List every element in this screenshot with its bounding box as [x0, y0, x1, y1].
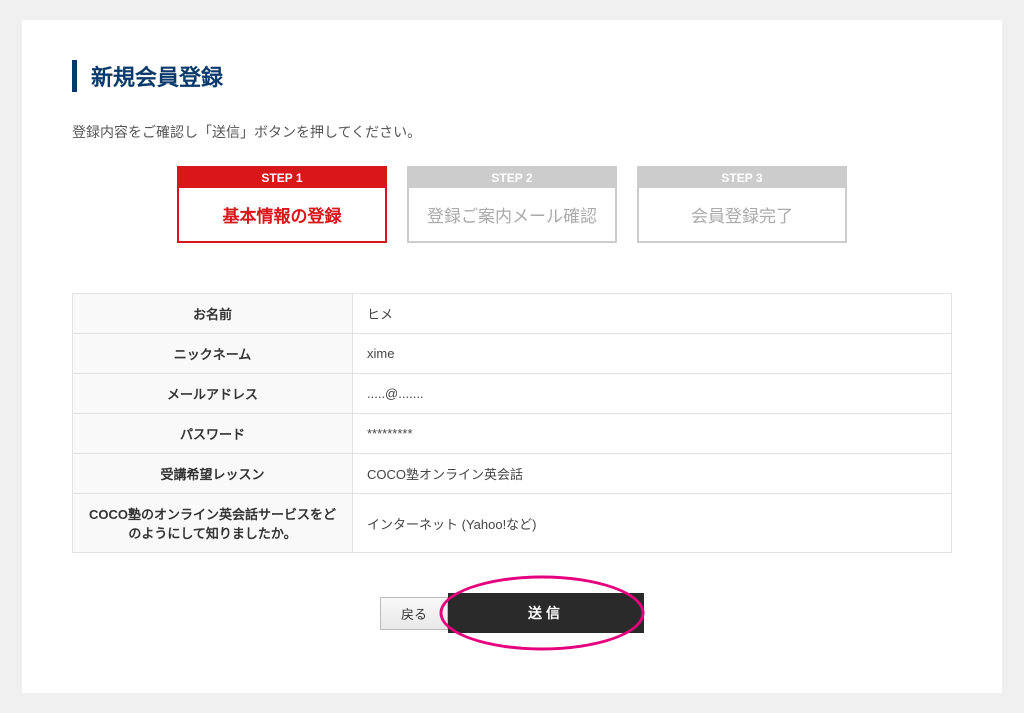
table-row: 受講希望レッスン COCO塾オンライン英会話 [73, 454, 952, 494]
survey-value: インターネット (Yahoo!など) [353, 494, 952, 553]
form-table: お名前 ヒメ ニックネーム xime メールアドレス .....@.......… [72, 293, 952, 553]
steps-row: STEP 1 基本情報の登録 STEP 2 登録ご案内メール確認 STEP 3 … [72, 166, 952, 243]
instruction-text: 登録内容をご確認し「送信」ボタンを押してください。 [72, 122, 952, 142]
password-label: パスワード [73, 414, 353, 454]
name-label: お名前 [73, 294, 353, 334]
registration-container: 新規会員登録 登録内容をご確認し「送信」ボタンを押してください。 STEP 1 … [22, 20, 1002, 693]
password-value: ********* [353, 414, 952, 454]
table-row: ニックネーム xime [73, 334, 952, 374]
step-2-header: STEP 2 [409, 168, 615, 188]
table-row: パスワード ********* [73, 414, 952, 454]
step-3-header: STEP 3 [639, 168, 845, 188]
step-3: STEP 3 会員登録完了 [637, 166, 847, 243]
step-1-header: STEP 1 [179, 168, 385, 188]
table-row: COCO塾のオンライン英会話サービスをどのようにして知りましたか。 インターネッ… [73, 494, 952, 553]
step-2-body: 登録ご案内メール確認 [409, 188, 615, 241]
step-2: STEP 2 登録ご案内メール確認 [407, 166, 617, 243]
back-button[interactable]: 戻る [380, 597, 448, 630]
survey-label: COCO塾のオンライン英会話サービスをどのようにして知りましたか。 [73, 494, 353, 553]
step-3-body: 会員登録完了 [639, 188, 845, 241]
name-value: ヒメ [353, 294, 952, 334]
button-area: 戻る 送信 [72, 593, 952, 633]
table-row: メールアドレス .....@....... [73, 374, 952, 414]
email-label: メールアドレス [73, 374, 353, 414]
lesson-value: COCO塾オンライン英会話 [353, 454, 952, 494]
table-row: お名前 ヒメ [73, 294, 952, 334]
step-1-body: 基本情報の登録 [179, 188, 385, 241]
lesson-label: 受講希望レッスン [73, 454, 353, 494]
submit-button[interactable]: 送信 [448, 593, 644, 633]
nickname-label: ニックネーム [73, 334, 353, 374]
page-title: 新規会員登録 [72, 60, 952, 92]
step-1: STEP 1 基本情報の登録 [177, 166, 387, 243]
nickname-value: xime [353, 334, 952, 374]
email-value: .....@....... [353, 374, 952, 414]
